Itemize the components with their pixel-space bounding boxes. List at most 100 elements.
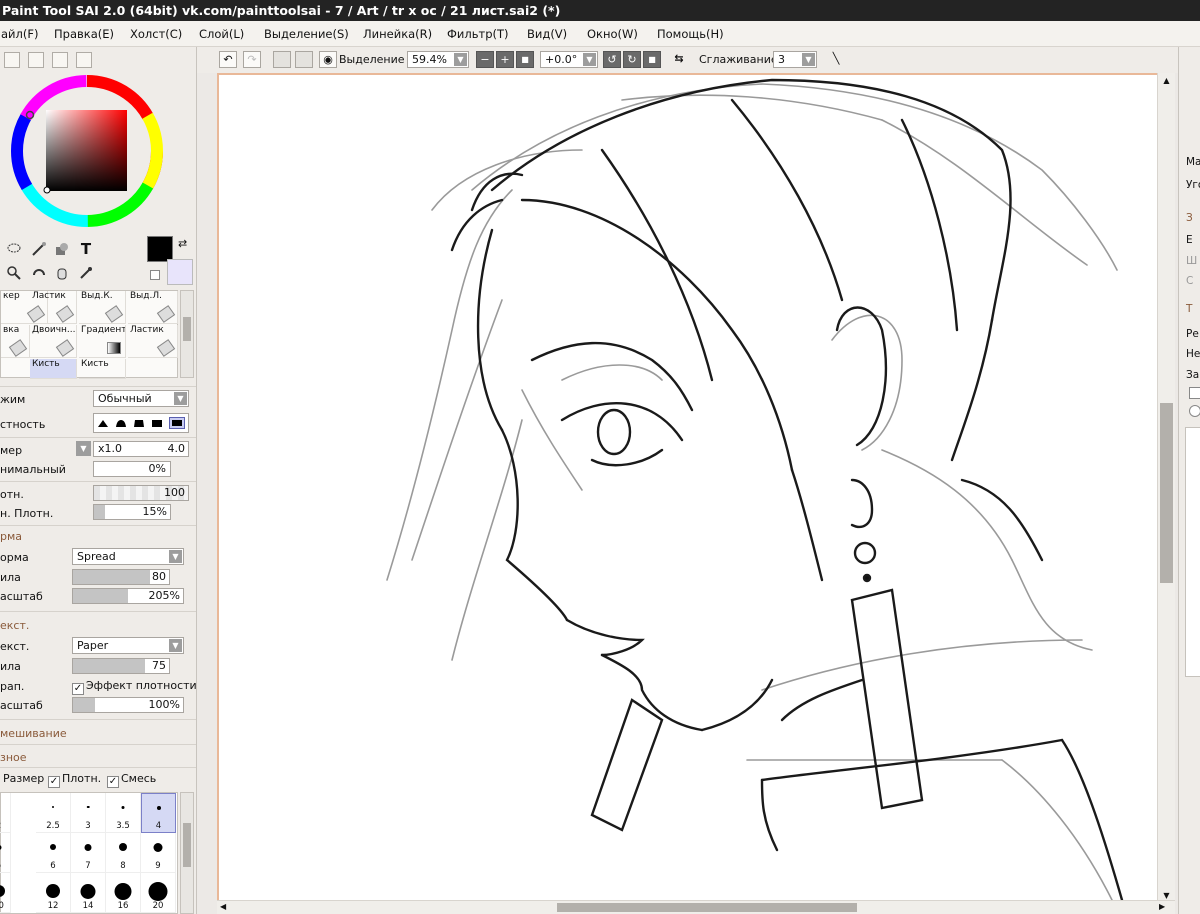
- brush-size-cell[interactable]: 3: [71, 793, 106, 833]
- flip-horizontal-icon[interactable]: ⇆: [670, 51, 688, 68]
- size-checkbox[interactable]: Размер: [3, 772, 44, 785]
- scroll-left-icon[interactable]: ◀: [220, 902, 226, 911]
- undo-button[interactable]: ↶: [219, 51, 237, 68]
- right-panel-section-1[interactable]: З: [1186, 212, 1193, 224]
- rotation-select[interactable]: +0.0° ▼: [540, 51, 598, 68]
- rotate-right-button[interactable]: ↻: [623, 51, 641, 68]
- brush-size-cell[interactable]: 9: [141, 833, 176, 873]
- brush-slot-brush[interactable]: Кисть: [79, 359, 126, 379]
- texture-force-slider[interactable]: 75: [72, 658, 170, 674]
- brush-size-cell[interactable]: 3.5: [106, 793, 141, 833]
- brush-slot-eraser-2[interactable]: Ластик: [128, 325, 178, 358]
- magic-wand-icon[interactable]: [30, 240, 48, 258]
- size-input[interactable]: x1.0 4.0: [93, 441, 189, 457]
- swap-colors-icon[interactable]: ⇄: [178, 237, 187, 250]
- brush-size-cell[interactable]: 5: [0, 833, 11, 873]
- brush-size-cell[interactable]: 2: [0, 793, 11, 833]
- menu-ruler[interactable]: Линейка(R): [363, 27, 432, 41]
- density-effect-checkbox[interactable]: ✓ Эффект плотности: [72, 679, 196, 695]
- brush-size-cell[interactable]: 14: [71, 873, 106, 913]
- lasso-icon[interactable]: [5, 240, 23, 258]
- menu-filter[interactable]: Фильтр(T): [447, 27, 509, 41]
- brush-slot-fill[interactable]: вка: [1, 325, 30, 358]
- texture-select[interactable]: Paper ▼: [72, 637, 184, 654]
- hand-icon[interactable]: [53, 264, 71, 282]
- layout-button-1[interactable]: [4, 52, 20, 68]
- brush-grid-scrollbar[interactable]: [180, 290, 194, 378]
- brush-size-cell[interactable]: 4: [141, 793, 176, 833]
- layout-button-4[interactable]: [76, 52, 92, 68]
- brush-size-cell[interactable]: 12: [36, 873, 71, 913]
- size-grid-scrollbar[interactable]: [180, 792, 194, 914]
- brush-size-cell[interactable]: 16: [106, 873, 141, 913]
- redo-button[interactable]: ↷: [243, 51, 261, 68]
- brush-slot-gradient[interactable]: Градиент: [79, 325, 126, 358]
- mixing-section-header[interactable]: мешивание: [0, 727, 67, 740]
- background-color-swatch[interactable]: [167, 259, 193, 285]
- zoom-reset-button[interactable]: ■: [516, 51, 534, 68]
- line-tool-icon[interactable]: ╲: [827, 51, 845, 68]
- menu-view[interactable]: Вид(V): [527, 27, 567, 41]
- menu-canvas[interactable]: Холст(C): [130, 27, 182, 41]
- eye-icon[interactable]: ◉: [319, 51, 337, 68]
- reset-colors-icon[interactable]: [150, 270, 160, 280]
- shape-icon[interactable]: [53, 240, 71, 258]
- mix-checkbox[interactable]: ✓ Смесь: [107, 772, 156, 788]
- rotate-left-button[interactable]: ↺: [603, 51, 621, 68]
- brush-slot-select-eraser[interactable]: Выд.Л.: [128, 291, 178, 324]
- brush-size-cell[interactable]: 2.5: [36, 793, 71, 833]
- brush-size-cell[interactable]: 20: [141, 873, 176, 913]
- misc-section-header[interactable]: зное: [0, 751, 27, 764]
- zoom-in-button[interactable]: +: [496, 51, 514, 68]
- layer-radio[interactable]: [1189, 405, 1200, 417]
- size-dropdown[interactable]: ▼: [76, 441, 91, 456]
- menu-window[interactable]: Окно(W): [587, 27, 638, 41]
- blend-mode-select[interactable]: Обычный ▼: [93, 390, 189, 407]
- canvas-vertical-scrollbar[interactable]: ▲ ▼: [1157, 73, 1175, 908]
- deselect-button[interactable]: [273, 51, 291, 68]
- text-icon[interactable]: T: [77, 240, 95, 258]
- layout-button-3[interactable]: [52, 52, 68, 68]
- scroll-up-icon[interactable]: ▲: [1159, 76, 1174, 88]
- zoom-select[interactable]: 59.4% ▼: [407, 51, 469, 68]
- shape-scale-slider[interactable]: 205%: [72, 588, 184, 604]
- vertical-scroll-thumb[interactable]: [1160, 403, 1173, 583]
- eyedropper-icon[interactable]: [77, 264, 95, 282]
- layer-checkbox[interactable]: [1189, 387, 1200, 399]
- hardness-selector[interactable]: [93, 413, 189, 433]
- density-slider[interactable]: 100: [93, 485, 189, 501]
- menu-edit[interactable]: Правка(E): [54, 27, 114, 41]
- stabilizer-select[interactable]: 3 ▼: [773, 51, 817, 68]
- density-checkbox[interactable]: ✓ Плотн.: [48, 772, 101, 788]
- brush-slot-select-brush[interactable]: Выд.К.: [79, 291, 126, 324]
- scroll-right-icon[interactable]: ▶: [1159, 902, 1165, 911]
- rotate-icon[interactable]: [30, 264, 48, 282]
- layer-list[interactable]: [1185, 427, 1200, 677]
- rotate-reset-button[interactable]: ■: [643, 51, 661, 68]
- zoom-icon[interactable]: [5, 264, 23, 282]
- texture-section-header[interactable]: екст.: [0, 619, 29, 632]
- menu-help[interactable]: Помощь(H): [657, 27, 724, 41]
- shape-section-header[interactable]: рма: [0, 530, 22, 543]
- drawing-canvas[interactable]: [217, 73, 1175, 914]
- zoom-out-button[interactable]: −: [476, 51, 494, 68]
- menu-layer[interactable]: Слой(L): [199, 27, 244, 41]
- menu-file[interactable]: айл(F): [1, 27, 38, 41]
- brush-size-cell[interactable]: 6: [36, 833, 71, 873]
- shape-select[interactable]: Spread ▼: [72, 548, 184, 565]
- brush-slot-binary[interactable]: Двоичн...: [30, 325, 77, 358]
- invert-selection-button[interactable]: [295, 51, 313, 68]
- brush-size-cell[interactable]: 7: [71, 833, 106, 873]
- color-wheel[interactable]: [8, 73, 168, 233]
- layout-button-2[interactable]: [28, 52, 44, 68]
- menu-selection[interactable]: Выделение(S): [264, 27, 349, 41]
- brush-size-cell[interactable]: 10: [0, 873, 11, 913]
- brush-size-cell[interactable]: 8: [106, 833, 141, 873]
- min-density-slider[interactable]: 15%: [93, 504, 171, 520]
- horizontal-scroll-thumb[interactable]: [557, 903, 857, 912]
- right-panel-section-2[interactable]: Т: [1186, 303, 1192, 315]
- brush-slot-brush-selected[interactable]: Кисть: [30, 359, 77, 379]
- canvas-horizontal-scrollbar[interactable]: ◀ ▶: [217, 900, 1175, 914]
- min-size-input[interactable]: 0%: [93, 461, 171, 477]
- brush-slot-eraser[interactable]: Ластик: [30, 291, 77, 324]
